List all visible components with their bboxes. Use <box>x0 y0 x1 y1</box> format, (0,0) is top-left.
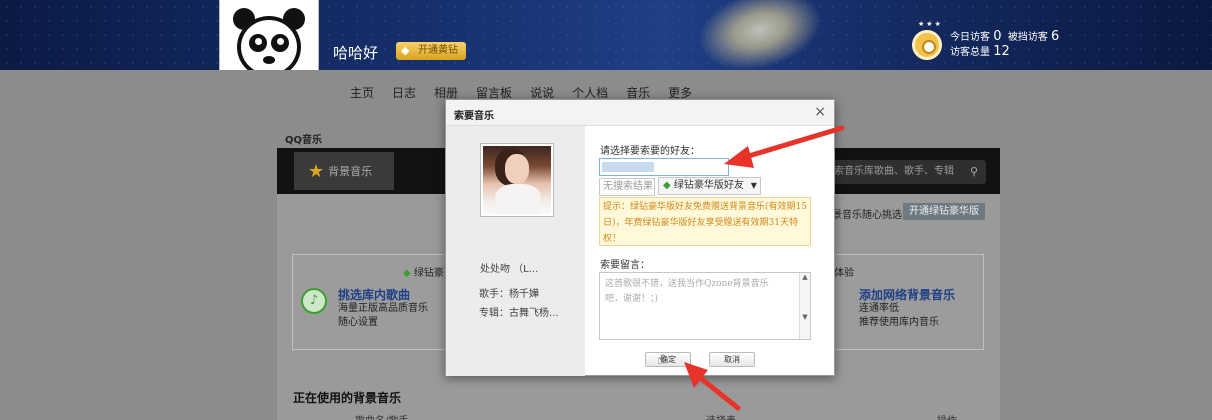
current-bg-music-title: 正在使用的背景音乐 <box>293 391 402 405</box>
visitor-icon[interactable] <box>912 30 942 60</box>
request-music-dialog: 索要音乐 × 处处吻 （L... 歌手：杨千嬅 专辑：古舞飞杨... 请选择要索… <box>445 99 835 376</box>
confirm-button[interactable]: 确定 <box>645 352 691 367</box>
visitor-total[interactable]: 访客总量 12 <box>950 43 1010 59</box>
section-title: QQ音乐 <box>285 135 323 146</box>
cancel-button[interactable]: 取消 <box>709 352 755 367</box>
message-scrollbar[interactable]: ▲ ▼ <box>799 273 810 339</box>
username[interactable]: 哈哈好 <box>333 42 378 63</box>
message-label: 索要留言： <box>600 260 650 271</box>
select-hint-text: 景音乐随心挑选 <box>832 210 902 221</box>
tab-label: 背景音乐 <box>328 165 373 178</box>
card-left-title[interactable]: 挑选库内歌曲 <box>338 286 410 303</box>
filter-option-label: 绿钻豪华版好友 <box>673 180 744 191</box>
request-form: 请选择要索要的好友： 无搜索结果 ◆ 绿钻豪华版好友 ▼ 提示：绿钻豪华版好友免… <box>585 126 834 376</box>
tab-background-music[interactable]: ★ 背景音乐 <box>294 152 394 190</box>
close-icon[interactable]: × <box>814 104 826 120</box>
star-icon: ★ <box>308 160 325 182</box>
vip-badge[interactable]: ◆ 开通黄钻 <box>396 42 466 60</box>
song-name: 处处吻 （L... <box>480 264 539 275</box>
card-left-line2: 随心设置 <box>338 317 378 328</box>
card-right-line2: 推荐使用库内音乐 <box>859 317 939 328</box>
search-icon[interactable]: ⚲ <box>970 160 978 184</box>
music-note-icon: ♪ <box>301 288 327 314</box>
visitor-stars-icon: ★★★ <box>918 20 943 28</box>
search-placeholder: 索音乐库歌曲、歌手、专辑 <box>834 166 954 177</box>
nav-item-home[interactable]: 主页 <box>350 84 374 101</box>
hand-cursor-icon: ☝ <box>657 352 666 368</box>
right-card-heading: 体验 <box>834 268 854 279</box>
diamond-icon: ◆ <box>401 44 410 57</box>
song-singer: 歌手：杨千嬅 <box>479 289 539 300</box>
select-friend-label: 请选择要索要的好友： <box>600 146 700 157</box>
nav-item-blog[interactable]: 日志 <box>392 84 416 101</box>
music-search-input[interactable]: 索音乐库歌曲、歌手、专辑 ⚲ <box>830 160 986 184</box>
card-right-title[interactable]: 添加网络背景音乐 <box>859 286 955 303</box>
message-placeholder: 这首歌很不错，送我当作Qzone背景音乐吧，谢谢！；) <box>605 279 769 304</box>
visitor-today[interactable]: 今日访客 0 被挡访客 6 <box>950 28 1059 44</box>
friend-input-selection <box>602 162 654 172</box>
open-green-diamond-button[interactable]: 开通绿钻豪华版 <box>903 203 985 220</box>
album-cover <box>480 143 554 217</box>
diamond-icon: ◆ <box>663 180 671 191</box>
diamond-icon: ◆ <box>403 268 411 279</box>
friend-input[interactable] <box>599 158 729 176</box>
table-header-select: 选择表 <box>706 412 736 420</box>
dialog-header: 索要音乐 × <box>446 100 834 126</box>
card-left-line1: 海量正版高品质音乐 <box>338 303 428 314</box>
card-right-line1: 连通率低 <box>859 303 899 314</box>
green-diamond-title: ◆ 绿钻豪 <box>403 268 444 279</box>
song-album: 专辑：古舞飞杨... <box>479 308 559 319</box>
singer-photo <box>483 146 551 214</box>
tip-notice: 提示：绿钻豪华版好友免费赠送背景音乐(有效期15日)，年费绿钻豪华版好友享受赠送… <box>599 197 811 246</box>
friend-search-box[interactable]: 无搜索结果 <box>599 178 655 196</box>
vip-badge-label: 开通黄钻 <box>418 45 458 56</box>
table-header-song: 歌曲名/歌手 <box>355 412 408 420</box>
message-textarea[interactable]: 这首歌很不错，送我当作Qzone背景音乐吧，谢谢！；) ▲ ▼ <box>599 272 811 340</box>
chevron-down-icon: ▼ <box>750 181 757 190</box>
friend-filter-select[interactable]: ◆ 绿钻豪华版好友 ▼ <box>658 177 761 195</box>
song-info-panel: 处处吻 （L... 歌手：杨千嬅 专辑：古舞飞杨... <box>446 126 585 376</box>
dialog-title: 索要音乐 <box>454 111 494 122</box>
table-header-action: 操作 <box>937 412 957 420</box>
